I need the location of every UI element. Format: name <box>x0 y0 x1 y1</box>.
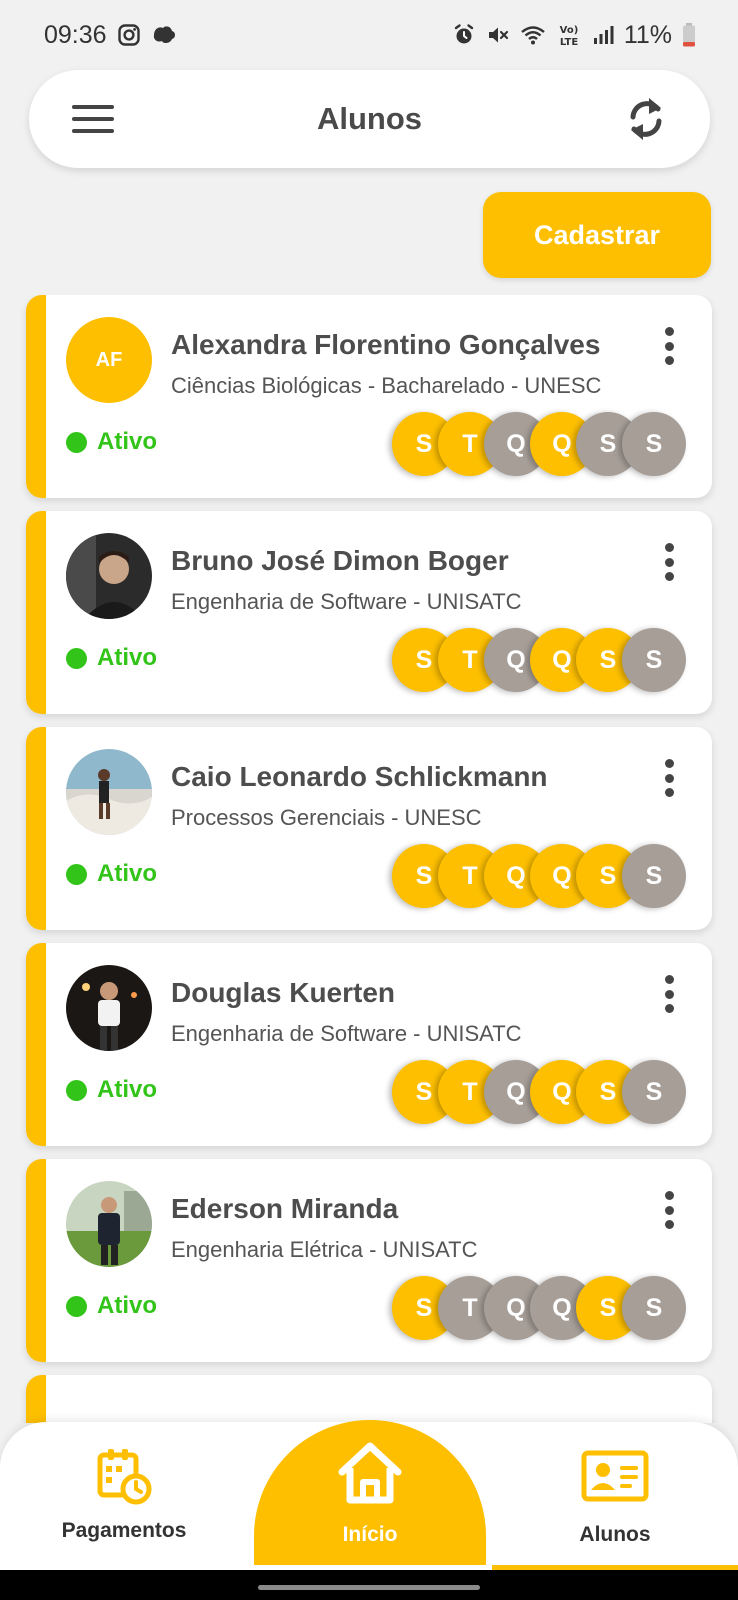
status-label: Ativo <box>97 644 157 671</box>
nav-label-inicio: Início <box>342 1523 398 1546</box>
student-card[interactable]: AF Alexandra Florentino Gonçalves Ciências… <box>26 295 712 498</box>
more-options-icon[interactable] <box>654 325 684 367</box>
status-label: Ativo <box>97 860 157 887</box>
student-course: Ciências Biológicas - Bacharelado - UNES… <box>171 373 602 398</box>
notification-icon <box>151 23 177 47</box>
card-accent-stripe <box>26 1375 46 1423</box>
battery-icon <box>682 22 696 48</box>
svg-text:Vo): Vo) <box>559 25 578 36</box>
refresh-icon[interactable] <box>622 95 670 143</box>
battery-percent: 11% <box>623 20 672 49</box>
avatar <box>66 749 152 835</box>
student-card-icon <box>581 1450 649 1507</box>
status-bar: 09:36 Vo) LTE 11% <box>0 0 738 70</box>
day-badge: S <box>622 1060 686 1124</box>
avatar <box>66 965 152 1051</box>
student-card[interactable]: Ederson Miranda Engenharia Elétrica - UNI… <box>26 1159 712 1362</box>
status-label: Ativo <box>97 1292 157 1319</box>
status-right: Vo) LTE 11% <box>452 21 696 50</box>
status-label: Ativo <box>97 1076 157 1103</box>
day-badge: S <box>622 844 686 908</box>
day-badge: S <box>622 628 686 692</box>
status-indicator: Ativo <box>66 644 157 672</box>
training-days: STQQSS <box>392 1060 688 1124</box>
status-indicator: Ativo <box>66 1076 157 1104</box>
student-name: Caio Leonardo Schlickmann <box>171 761 548 792</box>
wifi-icon <box>520 23 546 47</box>
status-indicator: Ativo <box>66 860 157 888</box>
student-list[interactable]: AF Alexandra Florentino Gonçalves Ciências… <box>0 295 738 1423</box>
status-dot-icon <box>66 647 87 669</box>
status-indicator: Ativo <box>66 1292 157 1320</box>
more-options-icon[interactable] <box>654 757 684 799</box>
home-icon <box>334 1440 406 1511</box>
student-name: Alexandra Florentino Gonçalves <box>171 329 601 360</box>
more-options-icon[interactable] <box>654 1189 684 1231</box>
student-course: Engenharia de Software - UNISATC <box>171 589 522 614</box>
card-accent-stripe <box>26 943 46 1146</box>
more-options-icon[interactable] <box>654 541 684 583</box>
nav-label-alunos: Alunos <box>579 1523 651 1546</box>
avatar-initials: AF <box>66 317 152 403</box>
training-days: STQQSS <box>392 1276 688 1340</box>
student-name: Douglas Kuerten <box>171 977 396 1008</box>
status-dot-icon <box>66 1079 87 1101</box>
page-title: Alunos <box>316 101 423 136</box>
student-course: Engenharia de Software - UNISATC <box>171 1021 522 1046</box>
student-name: Ederson Miranda <box>171 1193 399 1224</box>
student-course: Processos Gerenciais - UNESC <box>171 805 482 830</box>
payment-calendar-icon <box>95 1446 153 1511</box>
training-days: STQQSS <box>392 628 688 692</box>
status-label: Ativo <box>97 428 157 455</box>
status-left: 09:36 <box>44 21 177 50</box>
alarm-icon <box>452 23 476 47</box>
nav-item-alunos[interactable]: Alunos <box>535 1422 695 1570</box>
student-course: Engenharia Elétrica - UNISATC <box>171 1237 478 1262</box>
more-options-icon[interactable] <box>654 973 684 1015</box>
svg-text:LTE: LTE <box>560 37 579 48</box>
day-badge: S <box>622 1276 686 1340</box>
student-card[interactable]: Bruno José Dimon Boger Engenharia de Soft… <box>26 511 712 714</box>
nav-label-pagamentos: Pagamentos <box>61 1519 187 1542</box>
hamburger-menu-icon[interactable] <box>69 95 117 143</box>
training-days: STQQSS <box>392 844 688 908</box>
student-card[interactable]: Douglas Kuerten Engenharia de Software - … <box>26 943 712 1146</box>
volte-icon: Vo) LTE <box>556 22 582 48</box>
card-accent-stripe <box>26 295 46 498</box>
home-gesture-bar[interactable] <box>258 1585 480 1590</box>
status-dot-icon <box>66 863 87 885</box>
student-card-partial[interactable] <box>26 1375 712 1423</box>
card-accent-stripe <box>26 1159 46 1362</box>
student-card[interactable]: Caio Leonardo Schlickmann Processos Geren… <box>26 727 712 930</box>
card-accent-stripe <box>26 727 46 930</box>
app-header: Alunos <box>29 70 710 168</box>
register-student-button[interactable]: Cadastrar <box>483 192 711 278</box>
status-dot-icon <box>66 1295 87 1317</box>
status-time: 09:36 <box>44 20 107 49</box>
nav-item-pagamentos[interactable]: Pagamentos <box>44 1422 204 1570</box>
avatar <box>66 533 152 619</box>
card-accent-stripe <box>26 511 46 714</box>
signal-icon <box>592 24 614 46</box>
status-indicator: Ativo <box>66 428 157 456</box>
student-name: Bruno José Dimon Boger <box>171 545 509 576</box>
avatar <box>66 1181 152 1267</box>
mute-icon <box>486 23 510 47</box>
training-days: STQQSS <box>392 412 688 476</box>
instagram-icon <box>117 23 141 47</box>
day-badge: S <box>622 412 686 476</box>
status-dot-icon <box>66 431 87 453</box>
